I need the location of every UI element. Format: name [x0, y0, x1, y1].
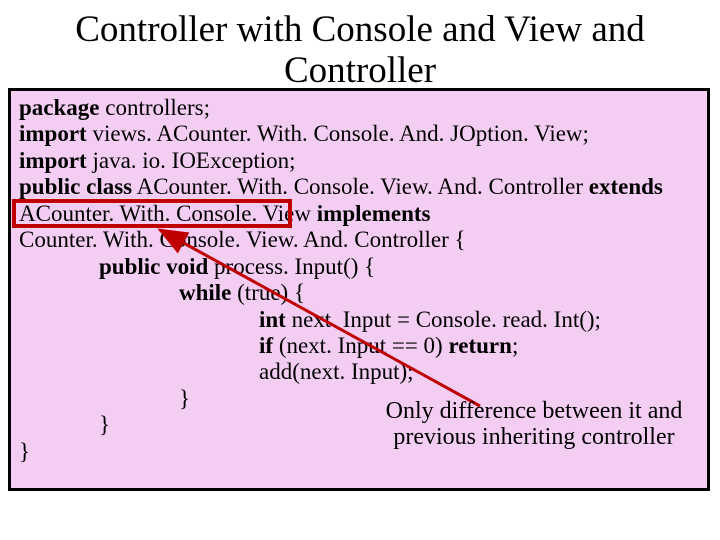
code-line: int next. Input = Console. read. Int(); [19, 307, 699, 333]
highlight-box [12, 199, 292, 228]
code-line: public class ACounter. With. Console. Vi… [19, 174, 699, 200]
code-line: import views. ACounter. With. Console. A… [19, 121, 699, 147]
code-line: public void process. Input() { [19, 254, 699, 280]
slide-title: Controller with Console and View and Con… [0, 0, 720, 91]
slide: Controller with Console and View and Con… [0, 0, 720, 540]
code-line: import java. io. IOException; [19, 148, 699, 174]
code-line: if (next. Input == 0) return; [19, 333, 699, 359]
code-line: package controllers; [19, 95, 699, 121]
code-line: add(next. Input); [19, 359, 699, 385]
annotation-text: Only difference between it and previous … [384, 398, 684, 451]
code-line: while (true) { [19, 280, 699, 306]
code-line: Counter. With. Console. View. And. Contr… [19, 227, 699, 253]
